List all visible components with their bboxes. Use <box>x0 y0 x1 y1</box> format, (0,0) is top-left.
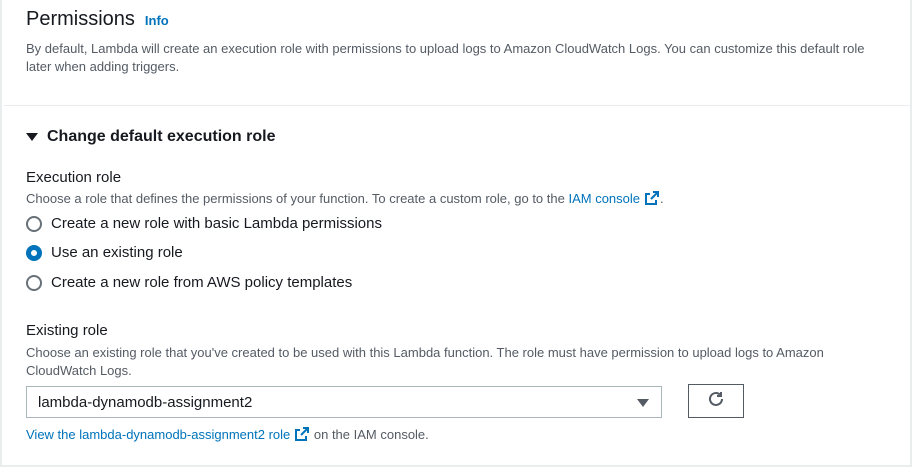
iam-console-link[interactable]: IAM console <box>568 191 660 206</box>
permissions-panel: Permissions Info By default, Lambda will… <box>0 0 912 467</box>
select-value: lambda-dynamodb-assignment2 <box>38 393 253 411</box>
radio-label: Use an existing role <box>51 244 183 261</box>
info-link[interactable]: Info <box>145 13 169 28</box>
existing-role-label: Existing role <box>26 322 108 339</box>
permissions-description: By default, Lambda will create an execut… <box>26 41 865 74</box>
permissions-header: Permissions Info By default, Lambda will… <box>26 8 886 76</box>
view-role-link[interactable]: View the lambda-dynamodb-assignment2 rol… <box>26 427 310 442</box>
external-link-icon <box>644 190 660 211</box>
panel-title: Permissions <box>26 8 135 30</box>
expander-label: Change default execution role <box>47 128 276 145</box>
radio-label: Create a new role from AWS policy templa… <box>51 274 353 291</box>
view-role-line: View the lambda-dynamodb-assignment2 rol… <box>26 426 429 445</box>
external-link-icon <box>294 426 310 445</box>
caret-down-icon <box>26 133 38 141</box>
existing-role-description: Choose an existing role that you've crea… <box>26 345 824 378</box>
execution-role-label: Execution role <box>26 169 122 186</box>
radio-create-basic-role[interactable]: Create a new role with basic Lambda perm… <box>26 215 382 232</box>
change-role-expander[interactable]: Change default execution role <box>26 128 275 146</box>
view-role-suffix: on the IAM console. <box>313 427 429 442</box>
refresh-icon <box>707 390 725 413</box>
radio-button[interactable] <box>26 274 42 291</box>
title-row: Permissions Info <box>26 8 886 31</box>
divider <box>4 105 910 106</box>
radio-policy-templates[interactable]: Create a new role from AWS policy templa… <box>26 274 352 291</box>
radio-button[interactable] <box>26 215 42 232</box>
refresh-button[interactable] <box>688 384 744 418</box>
execution-role-desc-suffix: . <box>660 191 664 206</box>
execution-role-description: Choose a role that defines the permissio… <box>26 190 664 211</box>
iam-console-link-text: IAM console <box>568 191 641 206</box>
radio-use-existing-role[interactable]: Use an existing role <box>26 244 183 261</box>
radio-label: Create a new role with basic Lambda perm… <box>51 215 382 232</box>
radio-button-selected[interactable] <box>26 244 42 261</box>
existing-role-select[interactable]: lambda-dynamodb-assignment2 <box>26 386 662 418</box>
view-role-link-text: View the lambda-dynamodb-assignment2 rol… <box>26 427 291 442</box>
execution-role-desc-text: Choose a role that defines the permissio… <box>26 191 565 206</box>
chevron-down-icon <box>637 399 649 407</box>
